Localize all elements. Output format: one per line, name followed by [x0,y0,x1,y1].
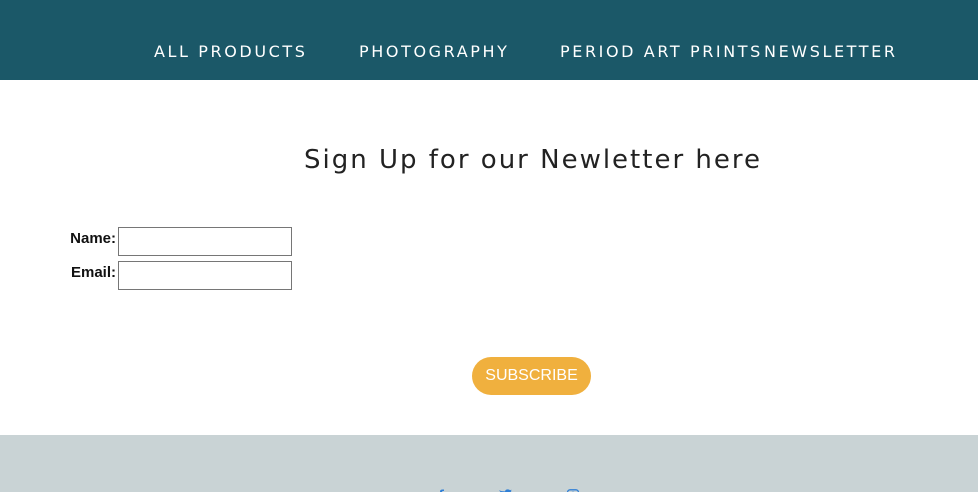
email-input[interactable] [118,261,292,290]
nav-item-photography[interactable]: PHOTOGRAPHY [359,42,510,62]
name-label: Name: [70,230,116,247]
page-title: Sign Up for our Newletter here [304,145,762,175]
email-label: Email: [70,264,116,281]
name-input[interactable] [118,227,292,256]
top-navigation-bar: ALL PRODUCTS PHOTOGRAPHY PERIOD ART PRIN… [0,0,978,80]
footer [0,435,978,492]
nav-item-newsletter[interactable]: NEWSLETTER [764,42,898,62]
nav-item-period-art-prints[interactable]: PERIOD ART PRINTS [560,42,763,62]
nav-item-all-products[interactable]: ALL PRODUCTS [154,42,308,62]
subscribe-button[interactable]: SUBSCRIBE [472,357,591,395]
